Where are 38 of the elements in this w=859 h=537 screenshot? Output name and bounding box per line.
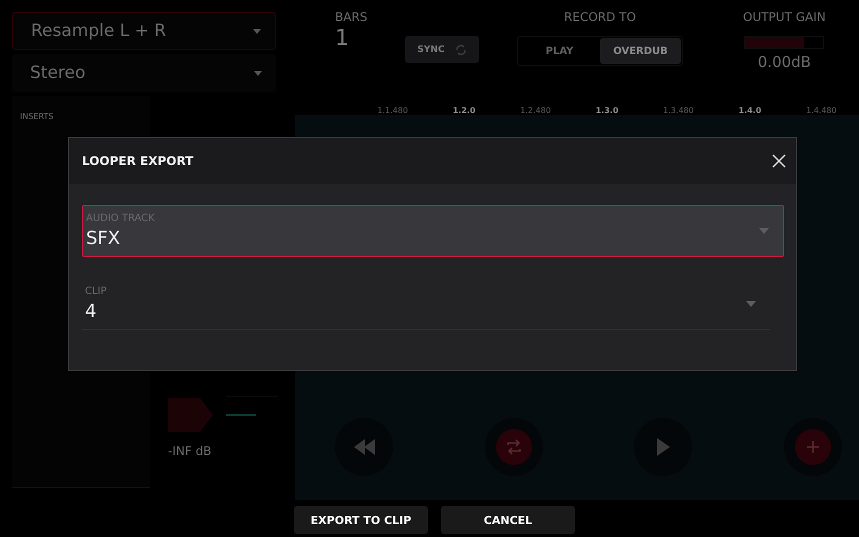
field-label: CLIP [85,286,107,296]
output-gain-label: OUTPUT GAIN [743,10,826,24]
dropdown-field[interactable]: CLIP 4 [82,278,770,330]
sync-button[interactable]: SYNC [405,36,479,63]
mode-value: Stereo [30,63,86,83]
ruler-label: 1.1.480 [377,106,408,115]
bars-value[interactable]: 1 [335,26,405,51]
close-icon [772,154,786,168]
source-value: Resample L + R [31,21,166,41]
play-icon [656,438,670,456]
record-mode-option[interactable]: OVERDUB [600,38,681,64]
gain-slider[interactable] [744,36,824,49]
record-to-label: RECORD TO [564,10,636,24]
field-value: SFX [86,228,122,249]
ruler-label: 1.4.0 [738,106,762,115]
meter-reading: -INF dB [168,444,212,458]
footer-button[interactable]: CANCEL [441,506,575,534]
caret-icon [253,28,261,34]
ruler-label: 1.3.480 [663,106,694,115]
close-button[interactable] [770,152,788,170]
sync-icon [454,44,467,56]
caret-icon [759,228,769,234]
source-dropdown[interactable]: Resample L + R [12,12,276,50]
ruler-label: 1.2.0 [452,106,476,115]
caret-icon [746,300,756,306]
record-mode-option[interactable]: PLAY [519,38,600,64]
rewind-icon [354,439,374,455]
footer-button[interactable]: EXPORT TO CLIP [294,506,428,534]
inserts-title: INSERTS [20,112,54,121]
bars-label: BARS [335,10,368,24]
dialog-title: LOOPER EXPORT [82,154,194,168]
gain-reading: 0.00dB [758,53,811,71]
ruler-label: 1.3.0 [596,106,618,115]
field-value: 4 [85,300,98,322]
mode-dropdown[interactable]: Stereo [12,54,276,92]
ruler-label: 1.4.480 [806,106,837,115]
caret-icon [254,70,262,76]
ruler-label: 1.2.480 [520,106,551,115]
